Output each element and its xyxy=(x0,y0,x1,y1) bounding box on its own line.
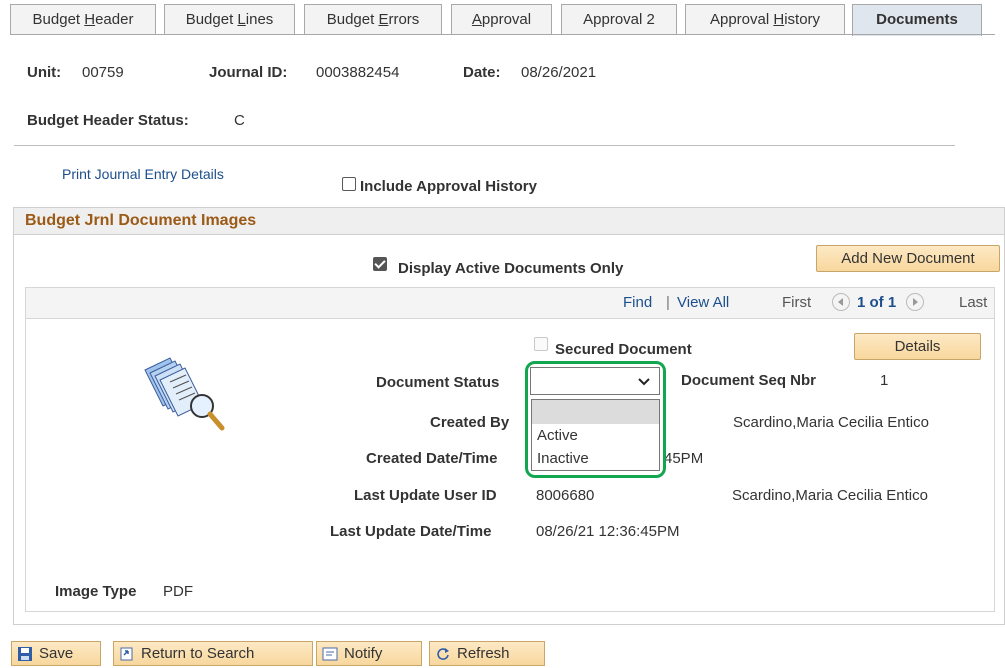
notify-label: Notify xyxy=(344,645,383,662)
created-by-label: Created By xyxy=(430,414,510,431)
date-value: 08/26/2021 xyxy=(521,64,597,81)
return-to-search-icon xyxy=(120,647,133,661)
nav-separator: | xyxy=(666,294,670,311)
document-grid xyxy=(25,287,995,612)
next-row-icon[interactable] xyxy=(906,293,924,311)
budget-header-status-value: C xyxy=(234,112,245,129)
tab-budget-header[interactable]: Budget Header xyxy=(10,4,156,34)
image-type-label: Image Type xyxy=(55,583,137,600)
find-link[interactable]: Find xyxy=(623,294,652,311)
save-label: Save xyxy=(39,645,74,662)
tab-approval[interactable]: Approval xyxy=(451,4,552,34)
tab-budget-lines[interactable]: Budget Lines xyxy=(164,4,295,34)
include-approval-history-checkbox[interactable] xyxy=(342,177,356,191)
view-all-link[interactable]: View All xyxy=(677,294,729,311)
include-approval-history-label: Include Approval History xyxy=(360,178,537,195)
save-button[interactable]: Save xyxy=(11,641,101,666)
created-by-name: Scardino,Maria Cecilia Entico xyxy=(733,414,929,431)
tab-label: Documents xyxy=(876,11,958,28)
last-update-user-value: 8006680 xyxy=(536,487,595,504)
last-update-user-name: Scardino,Maria Cecilia Entico xyxy=(732,487,928,504)
section-divider xyxy=(14,145,955,146)
date-label: Date: xyxy=(463,64,501,81)
document-seq-value: 1 xyxy=(880,372,889,389)
print-journal-entry-link[interactable]: Print Journal Entry Details xyxy=(62,166,224,182)
document-status-label: Document Status xyxy=(376,374,500,391)
document-image-icon[interactable] xyxy=(140,350,230,435)
tab-divider xyxy=(10,34,995,35)
save-icon xyxy=(18,647,32,662)
refresh-label: Refresh xyxy=(457,645,510,662)
return-to-search-label: Return to Search xyxy=(141,645,255,662)
annotation-highlight xyxy=(525,361,666,478)
journal-id-value: 0003882454 xyxy=(316,64,400,81)
secured-document-label: Secured Document xyxy=(555,341,692,358)
last-update-datetime-label: Last Update Date/Time xyxy=(330,523,492,540)
tab-budget-errors[interactable]: Budget Errors xyxy=(304,4,442,34)
return-to-search-button[interactable]: Return to Search xyxy=(113,641,313,666)
previous-row-icon[interactable] xyxy=(832,293,850,311)
unit-value: 00759 xyxy=(82,64,124,81)
refresh-button[interactable]: Refresh xyxy=(429,641,545,666)
row-count: 1 of 1 xyxy=(857,294,897,311)
tab-approval-2[interactable]: Approval 2 xyxy=(561,4,677,34)
journal-id-label: Journal ID: xyxy=(209,64,288,81)
last-label: Last xyxy=(959,294,988,311)
panel-title: Budget Jrnl Document Images xyxy=(14,208,1004,235)
created-datetime-value: 45PM xyxy=(664,450,704,467)
refresh-icon xyxy=(437,648,449,660)
tab-label: Approval 2 xyxy=(583,11,655,28)
notify-button[interactable]: Notify xyxy=(316,641,422,666)
tab-approval-history[interactable]: Approval History xyxy=(685,4,845,34)
display-active-only-checkbox[interactable] xyxy=(373,257,387,271)
last-update-datetime-value: 08/26/21 12:36:45PM xyxy=(536,523,680,540)
display-active-only-label: Display Active Documents Only xyxy=(398,260,624,277)
unit-label: Unit: xyxy=(27,64,62,81)
document-seq-label: Document Seq Nbr xyxy=(681,372,817,389)
first-label: First xyxy=(782,294,812,311)
add-new-document-button[interactable]: Add New Document xyxy=(816,245,1000,272)
last-update-user-label: Last Update User ID xyxy=(354,487,497,504)
created-datetime-label: Created Date/Time xyxy=(366,450,498,467)
secured-document-checkbox[interactable] xyxy=(534,337,548,351)
tab-documents[interactable]: Documents xyxy=(852,4,982,36)
notify-icon xyxy=(322,647,338,661)
budget-header-status-label: Budget Header Status: xyxy=(27,112,189,129)
details-button[interactable]: Details xyxy=(854,333,981,360)
image-type-value: PDF xyxy=(163,583,193,600)
